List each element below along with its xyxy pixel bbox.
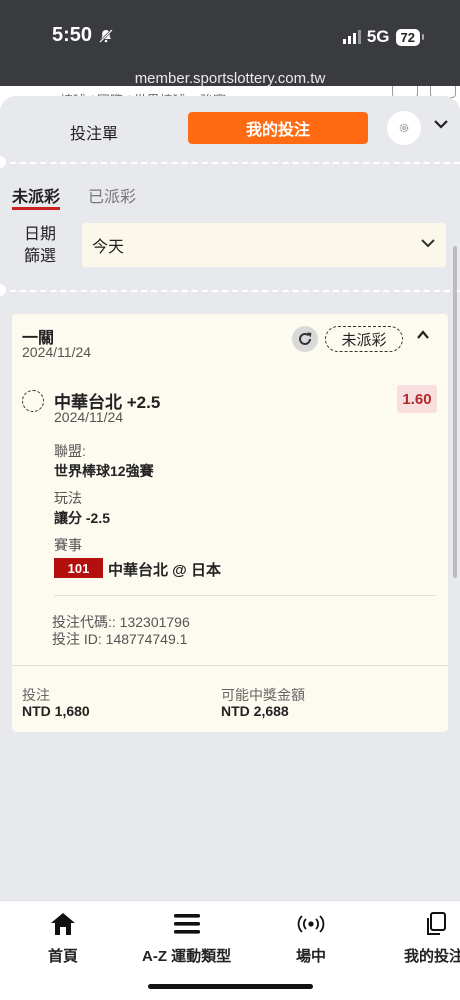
event-label: 賽事 xyxy=(54,537,82,553)
gear-icon xyxy=(399,123,409,133)
nav-my-bets[interactable]: 我的投注 xyxy=(404,911,460,966)
tab-unsettled[interactable]: 未派彩 xyxy=(12,183,60,207)
panel-header: 投注單 我的投注 xyxy=(0,96,460,160)
payout-label: 可能中獎金額 xyxy=(221,687,305,703)
selection-status-icon xyxy=(22,390,44,412)
nav-my-bets-label: 我的投注 xyxy=(404,948,460,965)
stake-value: NTD 1,680 xyxy=(22,703,90,719)
date-filter-select[interactable]: 今天 xyxy=(82,223,446,267)
market-label: 玩法 xyxy=(54,490,82,506)
settings-button[interactable] xyxy=(387,111,421,145)
nav-live[interactable]: 場中 xyxy=(296,911,326,966)
clock-text: 5:50 xyxy=(52,24,93,46)
divider xyxy=(0,290,460,292)
nav-live-label: 場中 xyxy=(296,948,327,965)
date-filter-label: 日期篩選 xyxy=(24,226,57,265)
nav-home-label: 首頁 xyxy=(48,948,79,965)
bet-id: 投注 ID: 148774749.1 xyxy=(52,631,188,647)
status-icons: 5G 72 xyxy=(342,27,425,47)
chevron-down-icon xyxy=(421,239,435,248)
chevron-down-icon[interactable] xyxy=(433,118,449,130)
status-bar: 5:50 5G 72 member.sportslottery.com.tw xyxy=(0,0,460,94)
stake-label: 投注 xyxy=(22,687,50,703)
tab-settled[interactable]: 已派彩 xyxy=(88,183,136,207)
bet-panel: 投注單 我的投注 未派彩 已派彩 日期篩選 今天 一關 2024/11/24 未… xyxy=(0,96,460,900)
league-value: 世界棒球12強賽 xyxy=(54,463,154,479)
my-bets-icon xyxy=(404,911,460,937)
bell-muted-icon xyxy=(99,28,113,43)
address-bar[interactable]: member.sportslottery.com.tw xyxy=(0,70,460,87)
bet-card: 一關 2024/11/24 未派彩 中華台北 +2.5 2024/11/24 1… xyxy=(12,314,448,732)
menu-icon xyxy=(142,911,231,937)
event-number-badge: 101 xyxy=(54,558,103,578)
scrollbar[interactable] xyxy=(453,246,457,578)
chevron-up-icon[interactable] xyxy=(416,329,430,341)
nav-sports[interactable]: A-Z 運動類型 xyxy=(142,911,231,966)
active-tab-indicator xyxy=(12,207,60,210)
divider-notch xyxy=(0,284,6,296)
bet-date: 2024/11/24 xyxy=(22,344,92,360)
league-label: 聯盟: xyxy=(54,443,86,459)
divider xyxy=(12,665,448,666)
status-badge: 未派彩 xyxy=(325,326,403,352)
network-label: 5G xyxy=(366,27,390,46)
nav-sports-label: A-Z 運動類型 xyxy=(142,948,232,965)
tab-bet-slip[interactable]: 投注單 xyxy=(70,120,118,144)
signal-icon xyxy=(342,30,361,44)
live-icon xyxy=(296,911,326,937)
odds-badge: 1.60 xyxy=(397,385,437,413)
refresh-icon xyxy=(299,332,312,345)
home-icon xyxy=(48,911,78,937)
divider xyxy=(54,595,436,596)
market-value: 讓分 -2.5 xyxy=(54,510,111,526)
event-name: 中華台北 @ 日本 xyxy=(108,562,221,579)
payout-value: NTD 2,688 xyxy=(221,703,289,719)
refresh-button[interactable] xyxy=(292,326,318,352)
nav-home[interactable]: 首頁 xyxy=(48,911,78,966)
selection-date: 2024/11/24 xyxy=(54,409,124,425)
battery-icon: 72 xyxy=(395,28,425,46)
divider xyxy=(0,162,460,164)
tab-my-bets[interactable]: 我的投注 xyxy=(188,112,368,144)
home-indicator xyxy=(148,984,313,989)
clock: 5:50 xyxy=(52,24,114,47)
date-filter-value: 今天 xyxy=(92,239,125,256)
